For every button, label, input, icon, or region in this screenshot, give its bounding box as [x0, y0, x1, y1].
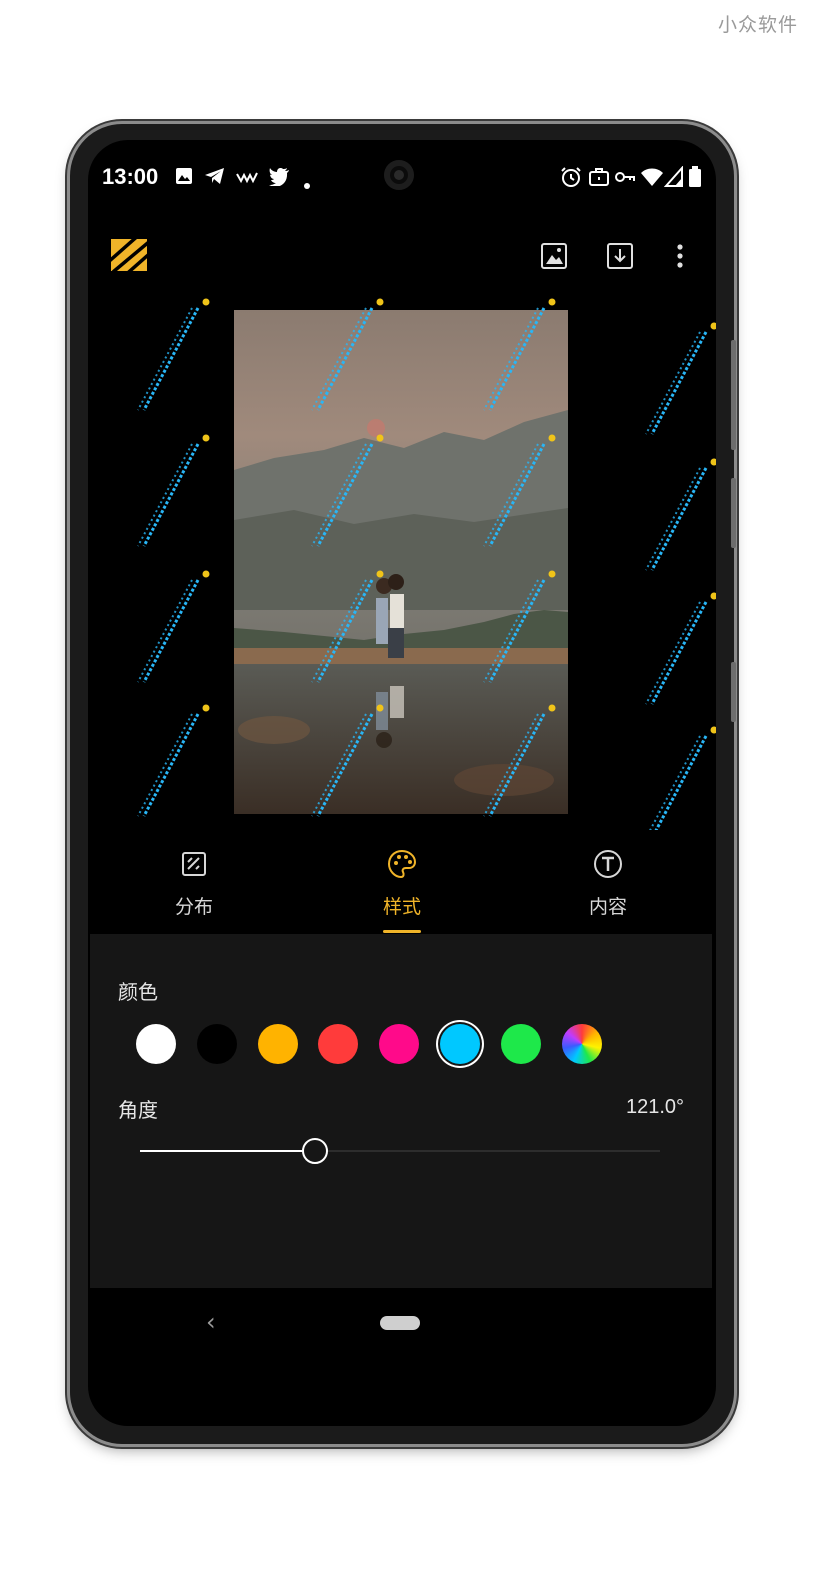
color-swatch-custom[interactable] [562, 1024, 602, 1064]
side-button [731, 478, 736, 548]
tab-label: 内容 [588, 896, 627, 918]
app-logo [104, 232, 158, 280]
more-vert-icon [676, 242, 684, 274]
color-swatch-green[interactable] [501, 1024, 541, 1064]
phone-screen: 13:00 分布 样式 内容 颜色 角度 121.0° ‹ [88, 140, 716, 1426]
status-bar: 13:00 [88, 140, 716, 210]
signal-icon [663, 165, 684, 192]
color-swatch-cyan[interactable] [440, 1024, 480, 1064]
angle-slider-fill [140, 1150, 315, 1152]
photo-preview[interactable] [234, 310, 568, 814]
status-time: 13:00 [102, 164, 159, 189]
back-button[interactable]: ‹ [206, 1308, 216, 1336]
download-icon [606, 242, 634, 274]
battery-icon [688, 166, 702, 192]
download-button[interactable] [600, 238, 640, 278]
tab-content[interactable]: 内容 [528, 840, 688, 934]
side-button [731, 340, 736, 450]
tab-style[interactable]: 样式 [322, 840, 482, 934]
angle-label: 角度 [118, 1098, 158, 1122]
app-bar [88, 230, 716, 290]
angle-slider[interactable] [140, 1138, 660, 1164]
tab-label: 分布 [174, 896, 213, 918]
palette-icon [386, 848, 418, 880]
image-icon [540, 242, 568, 274]
color-swatch-pink[interactable] [379, 1024, 419, 1064]
color-swatch-black[interactable] [197, 1024, 237, 1064]
image-icon [174, 166, 194, 190]
corner-brand: 小众软件 [717, 14, 798, 36]
tab-label: 样式 [382, 896, 421, 918]
wifi-icon [640, 166, 664, 192]
style-panel: 颜色 角度 121.0° [90, 934, 712, 1288]
vpn-key-icon [614, 166, 636, 192]
angle-value: 121.0° [625, 1096, 684, 1118]
angle-slider-thumb[interactable] [301, 1138, 328, 1164]
wave-icon [236, 166, 258, 190]
color-label: 颜色 [118, 980, 158, 1004]
color-swatch-amber[interactable] [258, 1024, 298, 1064]
tab-indicator [383, 930, 421, 933]
twitter-icon [268, 166, 290, 190]
home-pill[interactable] [380, 1316, 420, 1330]
grid-dots-icon [178, 848, 210, 880]
color-swatch-red[interactable] [318, 1024, 358, 1064]
text-icon [592, 848, 624, 880]
color-swatch-white[interactable] [136, 1024, 176, 1064]
dot-icon [304, 174, 310, 193]
navigation-bar: ‹ [88, 1288, 716, 1358]
alarm-icon [560, 166, 582, 192]
pick-image-button[interactable] [534, 238, 574, 278]
more-options-button[interactable] [660, 238, 700, 278]
telegram-icon [204, 166, 226, 190]
tab-bar: 分布 样式 内容 [88, 840, 716, 934]
side-button [731, 662, 736, 722]
tab-distribution[interactable]: 分布 [114, 840, 274, 934]
briefcase-icon [588, 166, 610, 192]
